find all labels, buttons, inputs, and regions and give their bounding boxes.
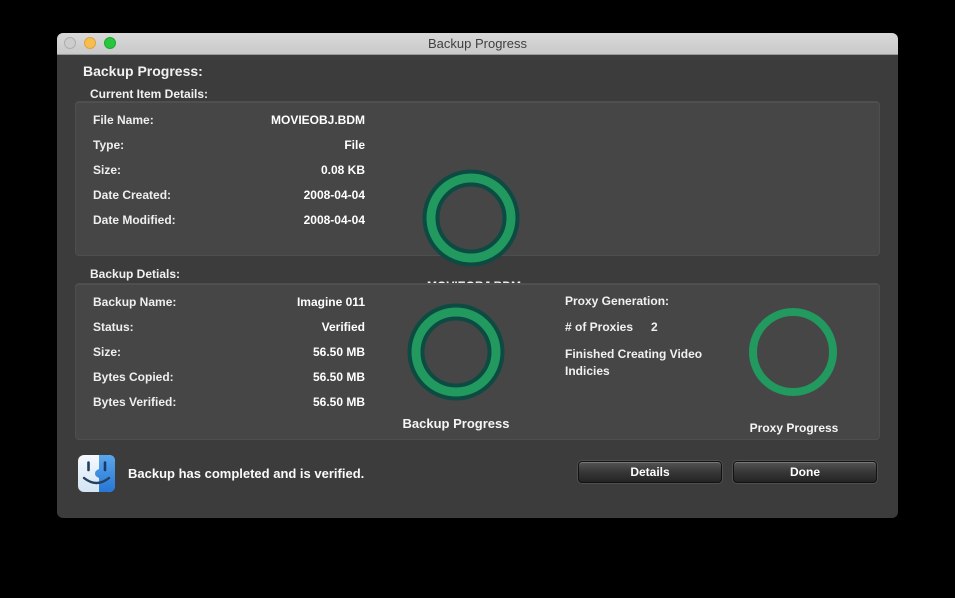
row-value: 2008-04-04 bbox=[304, 183, 365, 208]
row-label: Size: bbox=[93, 340, 121, 365]
backup-progress-ring-label: Backup Progress bbox=[356, 416, 556, 431]
table-row: Status: Verified bbox=[93, 315, 365, 340]
backup-progress-window: Backup Progress Backup Progress: Current… bbox=[57, 33, 898, 518]
proxy-count-value: 2 bbox=[651, 320, 658, 334]
table-row: Bytes Verified: 56.50 MB bbox=[93, 390, 365, 415]
row-value: 56.50 MB bbox=[313, 365, 365, 390]
page-title: Backup Progress: bbox=[83, 63, 203, 79]
backup-progress-ring bbox=[406, 302, 506, 402]
row-label: Status: bbox=[93, 315, 134, 340]
backup-details-section-label: Backup Detials: bbox=[90, 267, 180, 281]
table-row: File Name: MOVIEOBJ.BDM bbox=[93, 108, 365, 133]
row-value: Imagine 011 bbox=[297, 290, 365, 315]
current-item-panel: File Name: MOVIEOBJ.BDM Type: File Size:… bbox=[75, 101, 880, 256]
details-button[interactable]: Details bbox=[578, 461, 722, 483]
window-title: Backup Progress bbox=[57, 33, 898, 55]
row-label: Type: bbox=[93, 133, 124, 158]
current-item-section-label: Current Item Details: bbox=[90, 87, 208, 101]
row-value: File bbox=[344, 133, 365, 158]
row-label: Bytes Copied: bbox=[93, 365, 174, 390]
row-label: Bytes Verified: bbox=[93, 390, 176, 415]
current-item-rows: File Name: MOVIEOBJ.BDM Type: File Size:… bbox=[93, 108, 365, 233]
backup-details-rows: Backup Name: Imagine 011 Status: Verifie… bbox=[93, 290, 365, 415]
table-row: Type: File bbox=[93, 133, 365, 158]
row-label: Date Created: bbox=[93, 183, 171, 208]
table-row: Backup Name: Imagine 011 bbox=[93, 290, 365, 315]
row-value: 56.50 MB bbox=[313, 340, 365, 365]
proxy-status-text: Finished Creating Video Indicies bbox=[565, 346, 725, 380]
window-titlebar[interactable]: Backup Progress bbox=[57, 33, 898, 55]
table-row: Size: 56.50 MB bbox=[93, 340, 365, 365]
table-row: Size: 0.08 KB bbox=[93, 158, 365, 183]
finder-icon bbox=[78, 455, 115, 492]
proxy-generation-title: Proxy Generation: bbox=[565, 294, 735, 308]
row-value: MOVIEOBJ.BDM bbox=[271, 108, 365, 133]
proxy-progress-ring-label: Proxy Progress bbox=[694, 421, 894, 435]
current-item-progress-ring bbox=[421, 168, 521, 268]
desktop-background: Backup Progress Backup Progress: Current… bbox=[0, 0, 955, 598]
row-label: Size: bbox=[93, 158, 121, 183]
table-row: Date Created: 2008-04-04 bbox=[93, 183, 365, 208]
row-value: 0.08 KB bbox=[321, 158, 365, 183]
row-value: 56.50 MB bbox=[313, 390, 365, 415]
row-label: File Name: bbox=[93, 108, 154, 133]
row-label: Date Modified: bbox=[93, 208, 176, 233]
status-message: Backup has completed and is verified. bbox=[128, 466, 364, 481]
proxy-generation-section: Proxy Generation: # of Proxies 2 Finished… bbox=[565, 294, 735, 380]
row-label: Backup Name: bbox=[93, 290, 176, 315]
window-content: Backup Progress: Current Item Details: F… bbox=[57, 55, 898, 518]
table-row: Date Modified: 2008-04-04 bbox=[93, 208, 365, 233]
proxy-count-label: # of Proxies bbox=[565, 320, 633, 334]
row-value: Verified bbox=[322, 315, 365, 340]
done-button[interactable]: Done bbox=[733, 461, 877, 483]
table-row: Bytes Copied: 56.50 MB bbox=[93, 365, 365, 390]
row-value: 2008-04-04 bbox=[304, 208, 365, 233]
proxy-progress-ring bbox=[748, 307, 838, 397]
proxy-count-row: # of Proxies 2 bbox=[565, 320, 735, 334]
